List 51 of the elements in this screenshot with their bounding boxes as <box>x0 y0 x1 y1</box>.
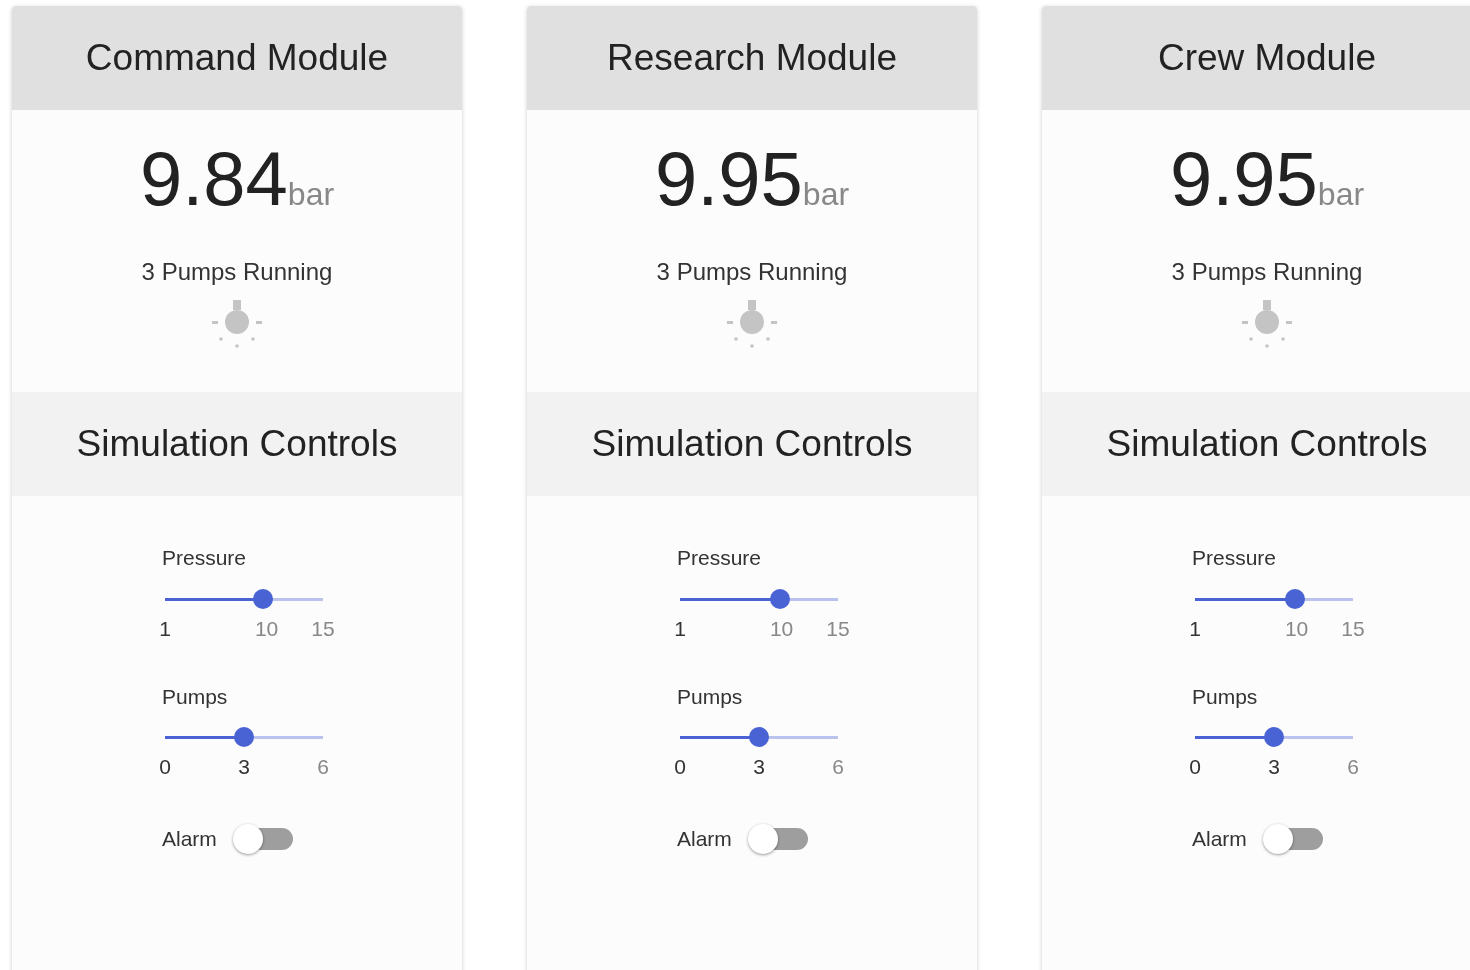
pumps-status: 3 Pumps Running <box>1171 257 1363 287</box>
slider-mark-label: 0 <box>674 754 686 780</box>
slider-mark-label: 10 <box>769 615 794 642</box>
slider-mark-label: 1 <box>1189 615 1201 642</box>
module-title: Command Module <box>85 36 389 81</box>
alarm-switch[interactable] <box>747 823 808 854</box>
alarm-label: Alarm <box>1192 826 1247 852</box>
slider-mark-label: 10 <box>1284 615 1309 642</box>
section-title: Simulation Controls <box>591 422 913 467</box>
slider-thumb[interactable] <box>769 588 790 609</box>
alarm-label: Alarm <box>162 826 217 852</box>
slider-mark-label: 6 <box>1347 754 1359 780</box>
slider-mark-label: 15 <box>1341 615 1365 642</box>
slider-mark-label: 6 <box>832 754 844 780</box>
pressure-unit: bar <box>1317 175 1365 214</box>
slider-thumb[interactable] <box>252 588 273 609</box>
slider-mark-label: 3 <box>753 754 765 780</box>
pumps-status: 3 Pumps Running <box>141 257 333 287</box>
slider-thumb[interactable] <box>1264 727 1284 747</box>
slider-mark-label: 3 <box>238 754 250 780</box>
slider-label: Pumps <box>677 683 744 710</box>
slider-thumb[interactable] <box>749 727 769 747</box>
slider-mark-label: 3 <box>1268 754 1280 780</box>
pressure-reading: 9.95 <box>654 135 803 223</box>
module-title: Research Module <box>607 36 897 81</box>
alarm-switch[interactable] <box>1262 823 1323 854</box>
pressure-unit: bar <box>287 175 335 214</box>
slider-label: Pressure <box>677 545 763 571</box>
slider-label: Pumps <box>162 683 229 710</box>
alarm-label: Alarm <box>677 826 732 852</box>
pumps-status: 3 Pumps Running <box>656 257 848 287</box>
pressure-reading: 9.84 <box>139 135 288 223</box>
slider-thumb[interactable] <box>234 727 254 747</box>
pressure-reading: 9.95 <box>1169 135 1318 223</box>
slider-mark-label: 15 <box>826 615 850 642</box>
slider-label: Pumps <box>1192 683 1259 710</box>
module-title: Crew Module <box>1158 36 1376 81</box>
pressure-unit: bar <box>802 175 850 214</box>
slider-label: Pressure <box>1192 545 1278 571</box>
slider-mark-label: 15 <box>311 615 335 642</box>
slider-mark-label: 1 <box>159 615 171 642</box>
slider-mark-label: 10 <box>254 615 279 642</box>
slider-thumb[interactable] <box>1284 588 1305 609</box>
slider-mark-label: 1 <box>674 615 686 642</box>
slider-mark-label: 0 <box>159 754 171 780</box>
section-title: Simulation Controls <box>76 422 398 467</box>
slider-label: Pressure <box>162 545 248 571</box>
alarm-switch[interactable] <box>232 823 293 854</box>
slider-mark-label: 0 <box>1189 754 1201 780</box>
section-title: Simulation Controls <box>1106 422 1428 467</box>
slider-mark-label: 6 <box>317 754 329 780</box>
